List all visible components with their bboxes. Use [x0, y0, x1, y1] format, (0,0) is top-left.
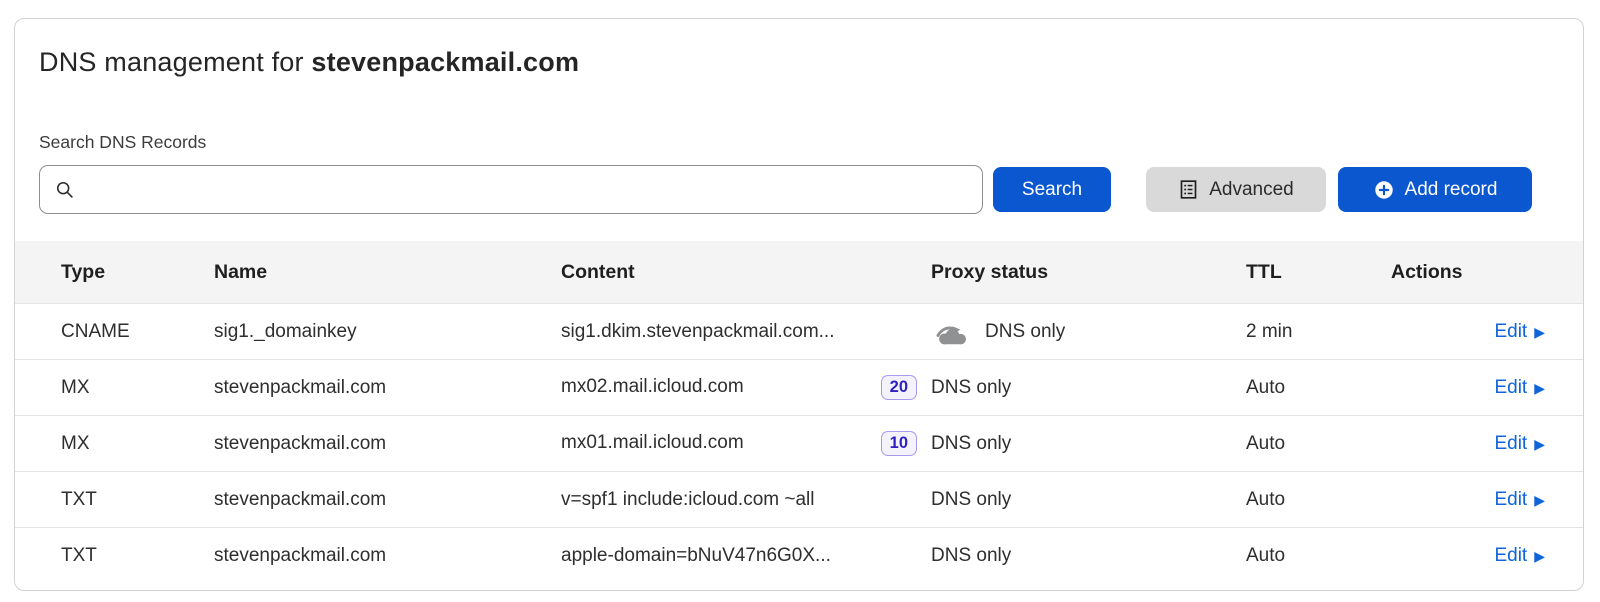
record-name: stevenpackmail.com [214, 545, 561, 567]
table-row: MX stevenpackmail.com mx02.mail.icloud.c… [15, 359, 1584, 415]
record-ttl: Auto [1246, 489, 1391, 511]
add-record-button-label: Add record [1405, 179, 1498, 201]
record-content-cell: mx02.mail.icloud.com 20 [561, 375, 931, 399]
record-name: stevenpackmail.com [214, 489, 561, 511]
actions-cell: Edit ▶ [1391, 545, 1545, 567]
edit-link-label: Edit [1494, 489, 1527, 511]
record-type: MX [61, 377, 214, 399]
column-header-actions: Actions [1391, 261, 1545, 284]
priority-badge: 10 [881, 431, 917, 455]
record-content: apple-domain=bNuV47n6G0X... [561, 545, 831, 567]
record-ttl: Auto [1246, 377, 1391, 399]
actions-cell: Edit ▶ [1391, 377, 1545, 399]
record-content: mx02.mail.icloud.com [561, 376, 744, 398]
dns-only-cloud-icon [931, 317, 973, 346]
record-name: stevenpackmail.com [214, 377, 561, 399]
edit-arrow-icon: ▶ [1534, 437, 1545, 451]
proxy-status-label: DNS only [985, 321, 1065, 343]
proxy-status-cell: DNS only [931, 433, 1246, 455]
table-row: MX stevenpackmail.com mx01.mail.icloud.c… [15, 415, 1584, 471]
edit-arrow-icon: ▶ [1534, 493, 1545, 507]
dns-records-table: Type Name Content Proxy status TTL Actio… [15, 241, 1584, 583]
edit-record-link[interactable]: Edit ▶ [1494, 545, 1545, 567]
record-content: sig1.dkim.stevenpackmail.com... [561, 321, 835, 343]
proxy-status-label: DNS only [931, 377, 1011, 399]
proxy-status-cell: DNS only [931, 489, 1246, 511]
table-header-row: Type Name Content Proxy status TTL Actio… [15, 241, 1584, 303]
actions-cell: Edit ▶ [1391, 489, 1545, 511]
edit-link-label: Edit [1494, 433, 1527, 455]
dns-management-card: DNS management for stevenpackmail.com Se… [14, 18, 1584, 591]
record-name: stevenpackmail.com [214, 433, 561, 455]
plus-circle-icon [1373, 179, 1395, 201]
edit-arrow-icon: ▶ [1534, 549, 1545, 563]
priority-badge: 20 [881, 375, 917, 399]
actions-cell: Edit ▶ [1391, 321, 1545, 343]
column-header-type: Type [61, 261, 214, 284]
proxy-status-label: DNS only [931, 545, 1011, 567]
record-type: CNAME [61, 321, 214, 343]
proxy-status-cell: DNS only [931, 377, 1246, 399]
record-type: TXT [61, 545, 214, 567]
edit-record-link[interactable]: Edit ▶ [1494, 321, 1545, 343]
proxy-status-cell: DNS only [931, 317, 1246, 346]
edit-record-link[interactable]: Edit ▶ [1494, 433, 1545, 455]
page-title-prefix: DNS management for [39, 47, 304, 77]
proxy-status-label: DNS only [931, 433, 1011, 455]
search-input[interactable] [85, 165, 982, 214]
page-title: DNS management for stevenpackmail.com [39, 47, 579, 78]
page-title-domain: stevenpackmail.com [311, 47, 579, 77]
search-button-label: Search [1022, 179, 1082, 201]
column-header-ttl: TTL [1246, 261, 1391, 284]
edit-link-label: Edit [1494, 321, 1527, 343]
record-content: mx01.mail.icloud.com [561, 432, 744, 454]
edit-link-label: Edit [1494, 545, 1527, 567]
edit-arrow-icon: ▶ [1534, 381, 1545, 395]
search-input-container [39, 165, 983, 214]
column-header-proxy-status: Proxy status [931, 261, 1246, 284]
edit-record-link[interactable]: Edit ▶ [1494, 377, 1545, 399]
record-ttl: Auto [1246, 433, 1391, 455]
record-type: MX [61, 433, 214, 455]
list-icon [1178, 179, 1199, 200]
record-content-cell: sig1.dkim.stevenpackmail.com... [561, 321, 931, 343]
search-icon [54, 179, 75, 200]
table-row: CNAME sig1._domainkey sig1.dkim.stevenpa… [15, 303, 1584, 359]
proxy-status-label: DNS only [931, 489, 1011, 511]
record-content-cell: apple-domain=bNuV47n6G0X... [561, 545, 931, 567]
table-row: TXT stevenpackmail.com apple-domain=bNuV… [15, 527, 1584, 583]
actions-cell: Edit ▶ [1391, 433, 1545, 455]
record-ttl: Auto [1246, 545, 1391, 567]
record-name: sig1._domainkey [214, 321, 561, 343]
add-record-button[interactable]: Add record [1338, 167, 1532, 212]
table-row: TXT stevenpackmail.com v=spf1 include:ic… [15, 471, 1584, 527]
edit-arrow-icon: ▶ [1534, 325, 1545, 339]
column-header-content: Content [561, 261, 931, 284]
record-content: v=spf1 include:icloud.com ~all [561, 489, 814, 511]
search-button[interactable]: Search [993, 167, 1111, 212]
search-label: Search DNS Records [39, 132, 206, 153]
advanced-button[interactable]: Advanced [1146, 167, 1326, 212]
table-body: CNAME sig1._domainkey sig1.dkim.stevenpa… [15, 303, 1584, 583]
record-ttl: 2 min [1246, 321, 1391, 343]
advanced-button-label: Advanced [1209, 179, 1294, 201]
record-content-cell: mx01.mail.icloud.com 10 [561, 431, 931, 455]
proxy-status-cell: DNS only [931, 545, 1246, 567]
record-content-cell: v=spf1 include:icloud.com ~all [561, 489, 931, 511]
column-header-name: Name [214, 261, 561, 284]
edit-record-link[interactable]: Edit ▶ [1494, 489, 1545, 511]
edit-link-label: Edit [1494, 377, 1527, 399]
record-type: TXT [61, 489, 214, 511]
